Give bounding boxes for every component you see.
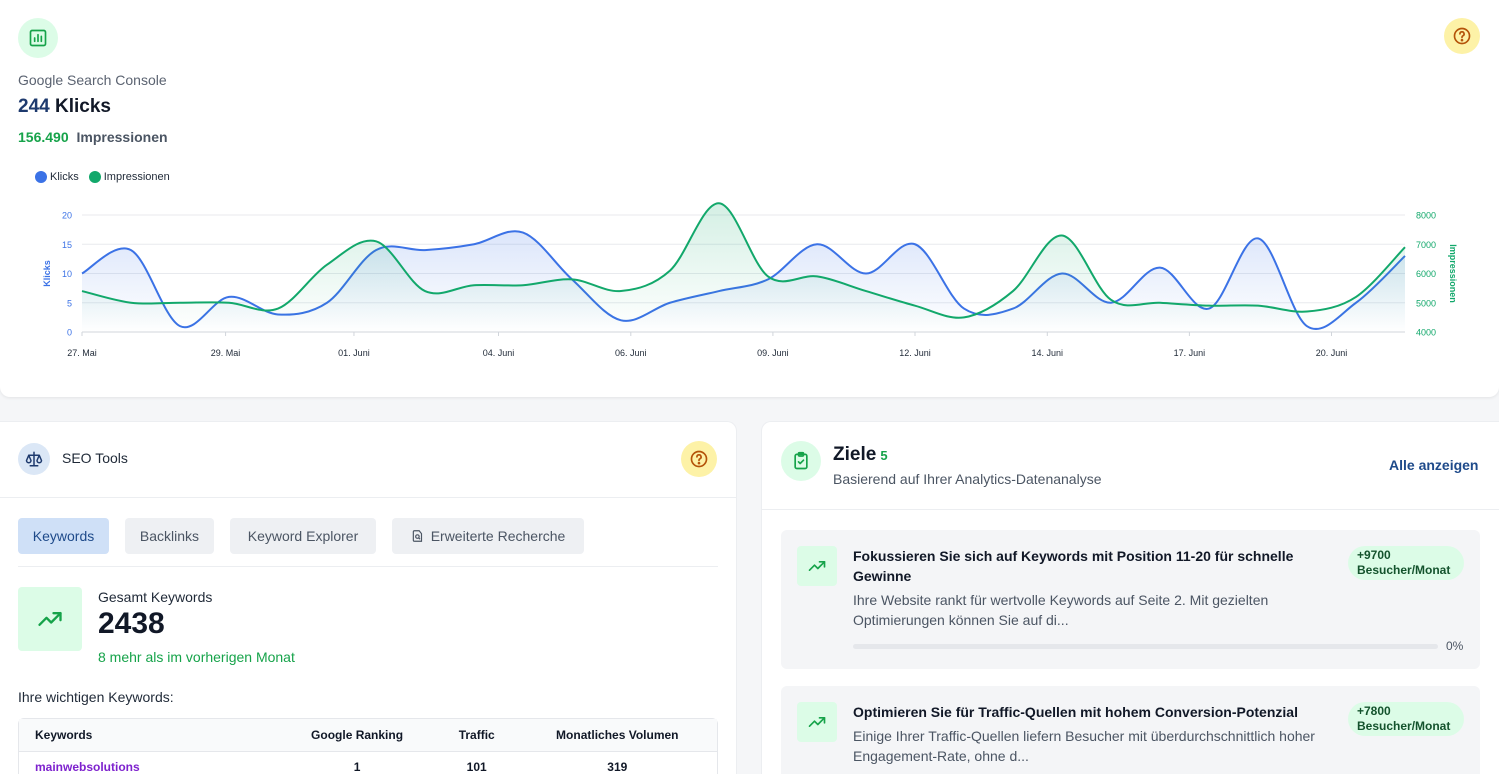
legend-dot-icon [88,171,101,183]
table-header: Keywords Google Ranking Traffic Monatlic… [19,719,717,752]
legend-item-impressionen[interactable]: Impressionen [88,171,170,183]
tab-keywords[interactable]: Keywords [18,518,109,554]
x-tick-label: 17. Juni [1174,348,1206,358]
gsc-line-chart: 0 5 10 15 20 4000 5000 6000 7000 8000 Klicks Impres… [42,202,1458,358]
legend-item-klicks[interactable]: Klicks [35,171,79,183]
x-tick-label: 27. Mai [67,348,97,358]
question-icon[interactable] [1444,18,1480,54]
y-right-tick-label: 6000 [1416,269,1436,279]
goal-progress-label: 0% [1446,639,1464,653]
x-tick-label: 12. Juni [899,348,931,358]
table-cell: 1 [353,760,361,774]
badge-value: +7800 [1357,704,1391,718]
gsc-clicks: 244 Klicks [18,96,111,118]
table-row: mainwebsolutions 1 101 319 [19,752,717,774]
kpi-value: 2438 [98,607,165,640]
tab-label: Erweiterte Recherche [430,528,566,544]
clipboard-check-icon [781,441,821,481]
goal-description: Einige Ihrer Traffic-Quellen liefern Bes… [853,728,1315,764]
goal-badge: +9700 Besucher/Monat [1348,546,1464,580]
column-header[interactable]: Monatliches Volumen [518,728,717,742]
kpi-label: Gesamt Keywords [98,589,213,605]
tab-keyword-explorer[interactable]: Keyword Explorer [230,518,376,554]
legend-label: Impressionen [103,171,170,183]
clicks-value: 244 [18,96,50,117]
y-right-tick-label: 8000 [1416,211,1436,221]
document-search-icon [412,530,422,542]
keyword-link[interactable]: mainwebsolutions [19,760,278,774]
table-cell: 101 [466,760,487,774]
keywords-table: Keywords Google Ranking Traffic Monatlic… [18,718,718,774]
y-left-axis-label: Klicks [42,260,52,287]
trending-up-icon [797,702,837,742]
y-left-tick-label: 20 [62,211,72,221]
x-tick-label: 04. Juni [483,348,515,358]
badge-unit: Besucher/Monat [1357,563,1451,577]
seo-tools-title: SEO Tools [62,450,128,466]
tab-backlinks[interactable]: Backlinks [125,518,214,554]
gsc-label: Google Search Console [18,72,167,88]
x-tick-label: 14. Juni [1032,348,1064,358]
goal-description: Ihre Website rankt für wertvolle Keyword… [853,592,1269,628]
trending-up-icon [18,587,82,651]
goals-title: Ziele 5 [833,444,888,466]
clicks-label: Klicks [54,96,111,117]
divider [761,509,1499,510]
y-right-tick-label: 5000 [1416,298,1436,308]
divider [0,497,737,498]
goal-title: Fokussieren Sie sich auf Keywords mit Po… [853,548,1294,584]
series-area-impressionen [82,203,1405,332]
y-left-tick-label: 0 [67,328,72,338]
chart-legend: Klicks Impressionen [35,171,170,183]
column-header[interactable]: Google Ranking [278,728,436,742]
scale-icon [18,443,50,475]
y-right-tick-label: 4000 [1416,328,1436,338]
x-tick-label: 01. Juni [338,348,370,358]
impressions-value: 156.490 [18,129,69,145]
tab-erweiterte-recherche[interactable]: Erweiterte Recherche [392,518,584,554]
legend-dot-icon [35,171,47,183]
legend-label: Klicks [50,171,79,183]
gsc-impressions: 156.490 Impressionen [18,129,168,145]
y-left-tick-label: 15 [62,240,72,250]
goals-count: 5 [880,448,888,463]
question-icon[interactable] [681,441,717,477]
impressions-label: Impressionen [76,129,168,145]
goal-title: Optimieren Sie für Traffic-Quellen mit h… [853,704,1298,720]
column-header[interactable]: Keywords [19,728,278,742]
x-tick-label: 29. Mai [211,348,241,358]
goal-item[interactable]: Fokussieren Sie sich auf Keywords mit Po… [781,530,1480,669]
y-right-tick-label: 7000 [1416,240,1436,250]
x-tick-label: 09. Juni [757,348,789,358]
goal-badge: +7800 Besucher/Monat [1348,702,1464,736]
column-header[interactable]: Traffic [436,728,518,742]
goal-progress-bar [853,644,1438,649]
table-cell: 319 [607,760,628,774]
x-tick-label: 20. Juni [1316,348,1348,358]
trending-up-icon [797,546,837,586]
badge-unit: Besucher/Monat [1357,719,1451,733]
badge-value: +9700 [1357,548,1391,562]
kpi-change: 8 mehr als im vorherigen Monat [98,649,295,665]
x-tick-label: 06. Juni [615,348,647,358]
bar-chart-icon [18,18,58,58]
goals-title-text: Ziele [833,444,877,465]
y-right-axis-label: Impressionen [1448,244,1458,303]
y-left-tick-label: 5 [67,298,72,308]
goal-item[interactable]: Optimieren Sie für Traffic-Quellen mit h… [781,686,1480,774]
view-all-link[interactable]: Alle anzeigen [1389,457,1478,473]
divider [18,566,718,567]
y-left-tick-label: 10 [62,269,72,279]
goals-subtitle: Basierend auf Ihrer Analytics-Datenanaly… [833,471,1102,487]
keywords-heading: Ihre wichtigen Keywords: [18,689,174,705]
